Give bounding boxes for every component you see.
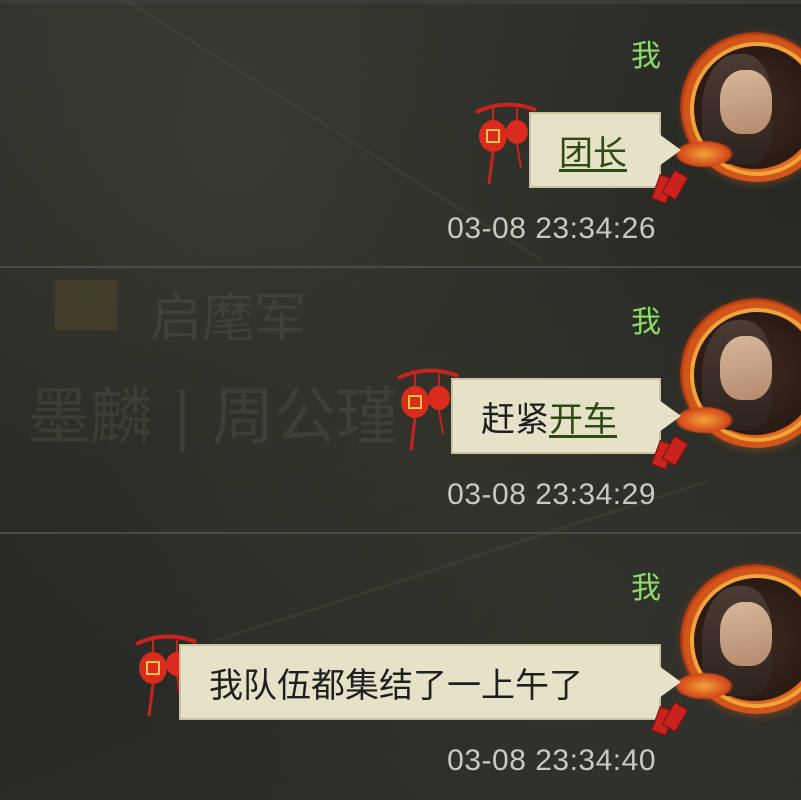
message-timestamp: 03-08 23:34:40 — [447, 744, 656, 777]
chat-screen: 启麾军 墨麟 | 周公瑾 我 团长 03-08 23:34:26 我 赶紧 开车… — [0, 0, 801, 800]
message-timestamp: 03-08 23:34:26 — [447, 212, 656, 245]
player-avatar-icon[interactable] — [674, 32, 801, 182]
chat-message: 我 我队伍都集结了一上午了 03-08 23:34:40 — [0, 532, 801, 798]
bubble-tail — [659, 666, 681, 698]
message-text: 团长 — [529, 112, 661, 188]
bubble-tail — [659, 134, 681, 166]
message-link-text[interactable]: 团长 — [559, 126, 627, 175]
message-link-text[interactable]: 开车 — [549, 392, 617, 441]
message-timestamp: 03-08 23:34:29 — [447, 478, 656, 511]
player-avatar-icon[interactable] — [674, 298, 801, 448]
bubble-tail — [659, 400, 681, 432]
message-text: 我队伍都集结了一上午了 — [179, 644, 661, 720]
message-plain-text: 赶紧 — [481, 399, 549, 440]
chat-message: 我 赶紧 开车 03-08 23:34:29 — [0, 266, 801, 532]
message-bubble[interactable]: 我队伍都集结了一上午了 — [135, 634, 689, 736]
sender-name: 我 — [631, 39, 661, 74]
sender-name: 我 — [631, 305, 661, 340]
message-bubble[interactable]: 团长 — [475, 102, 689, 204]
chat-message: 我 团长 03-08 23:34:26 — [0, 0, 801, 266]
player-avatar-icon[interactable] — [674, 564, 801, 714]
message-bubble[interactable]: 赶紧 开车 — [397, 368, 689, 470]
sender-name: 我 — [631, 571, 661, 606]
message-text: 赶紧 开车 — [451, 378, 661, 454]
message-plain-text: 我队伍都集结了一上午了 — [209, 665, 583, 706]
